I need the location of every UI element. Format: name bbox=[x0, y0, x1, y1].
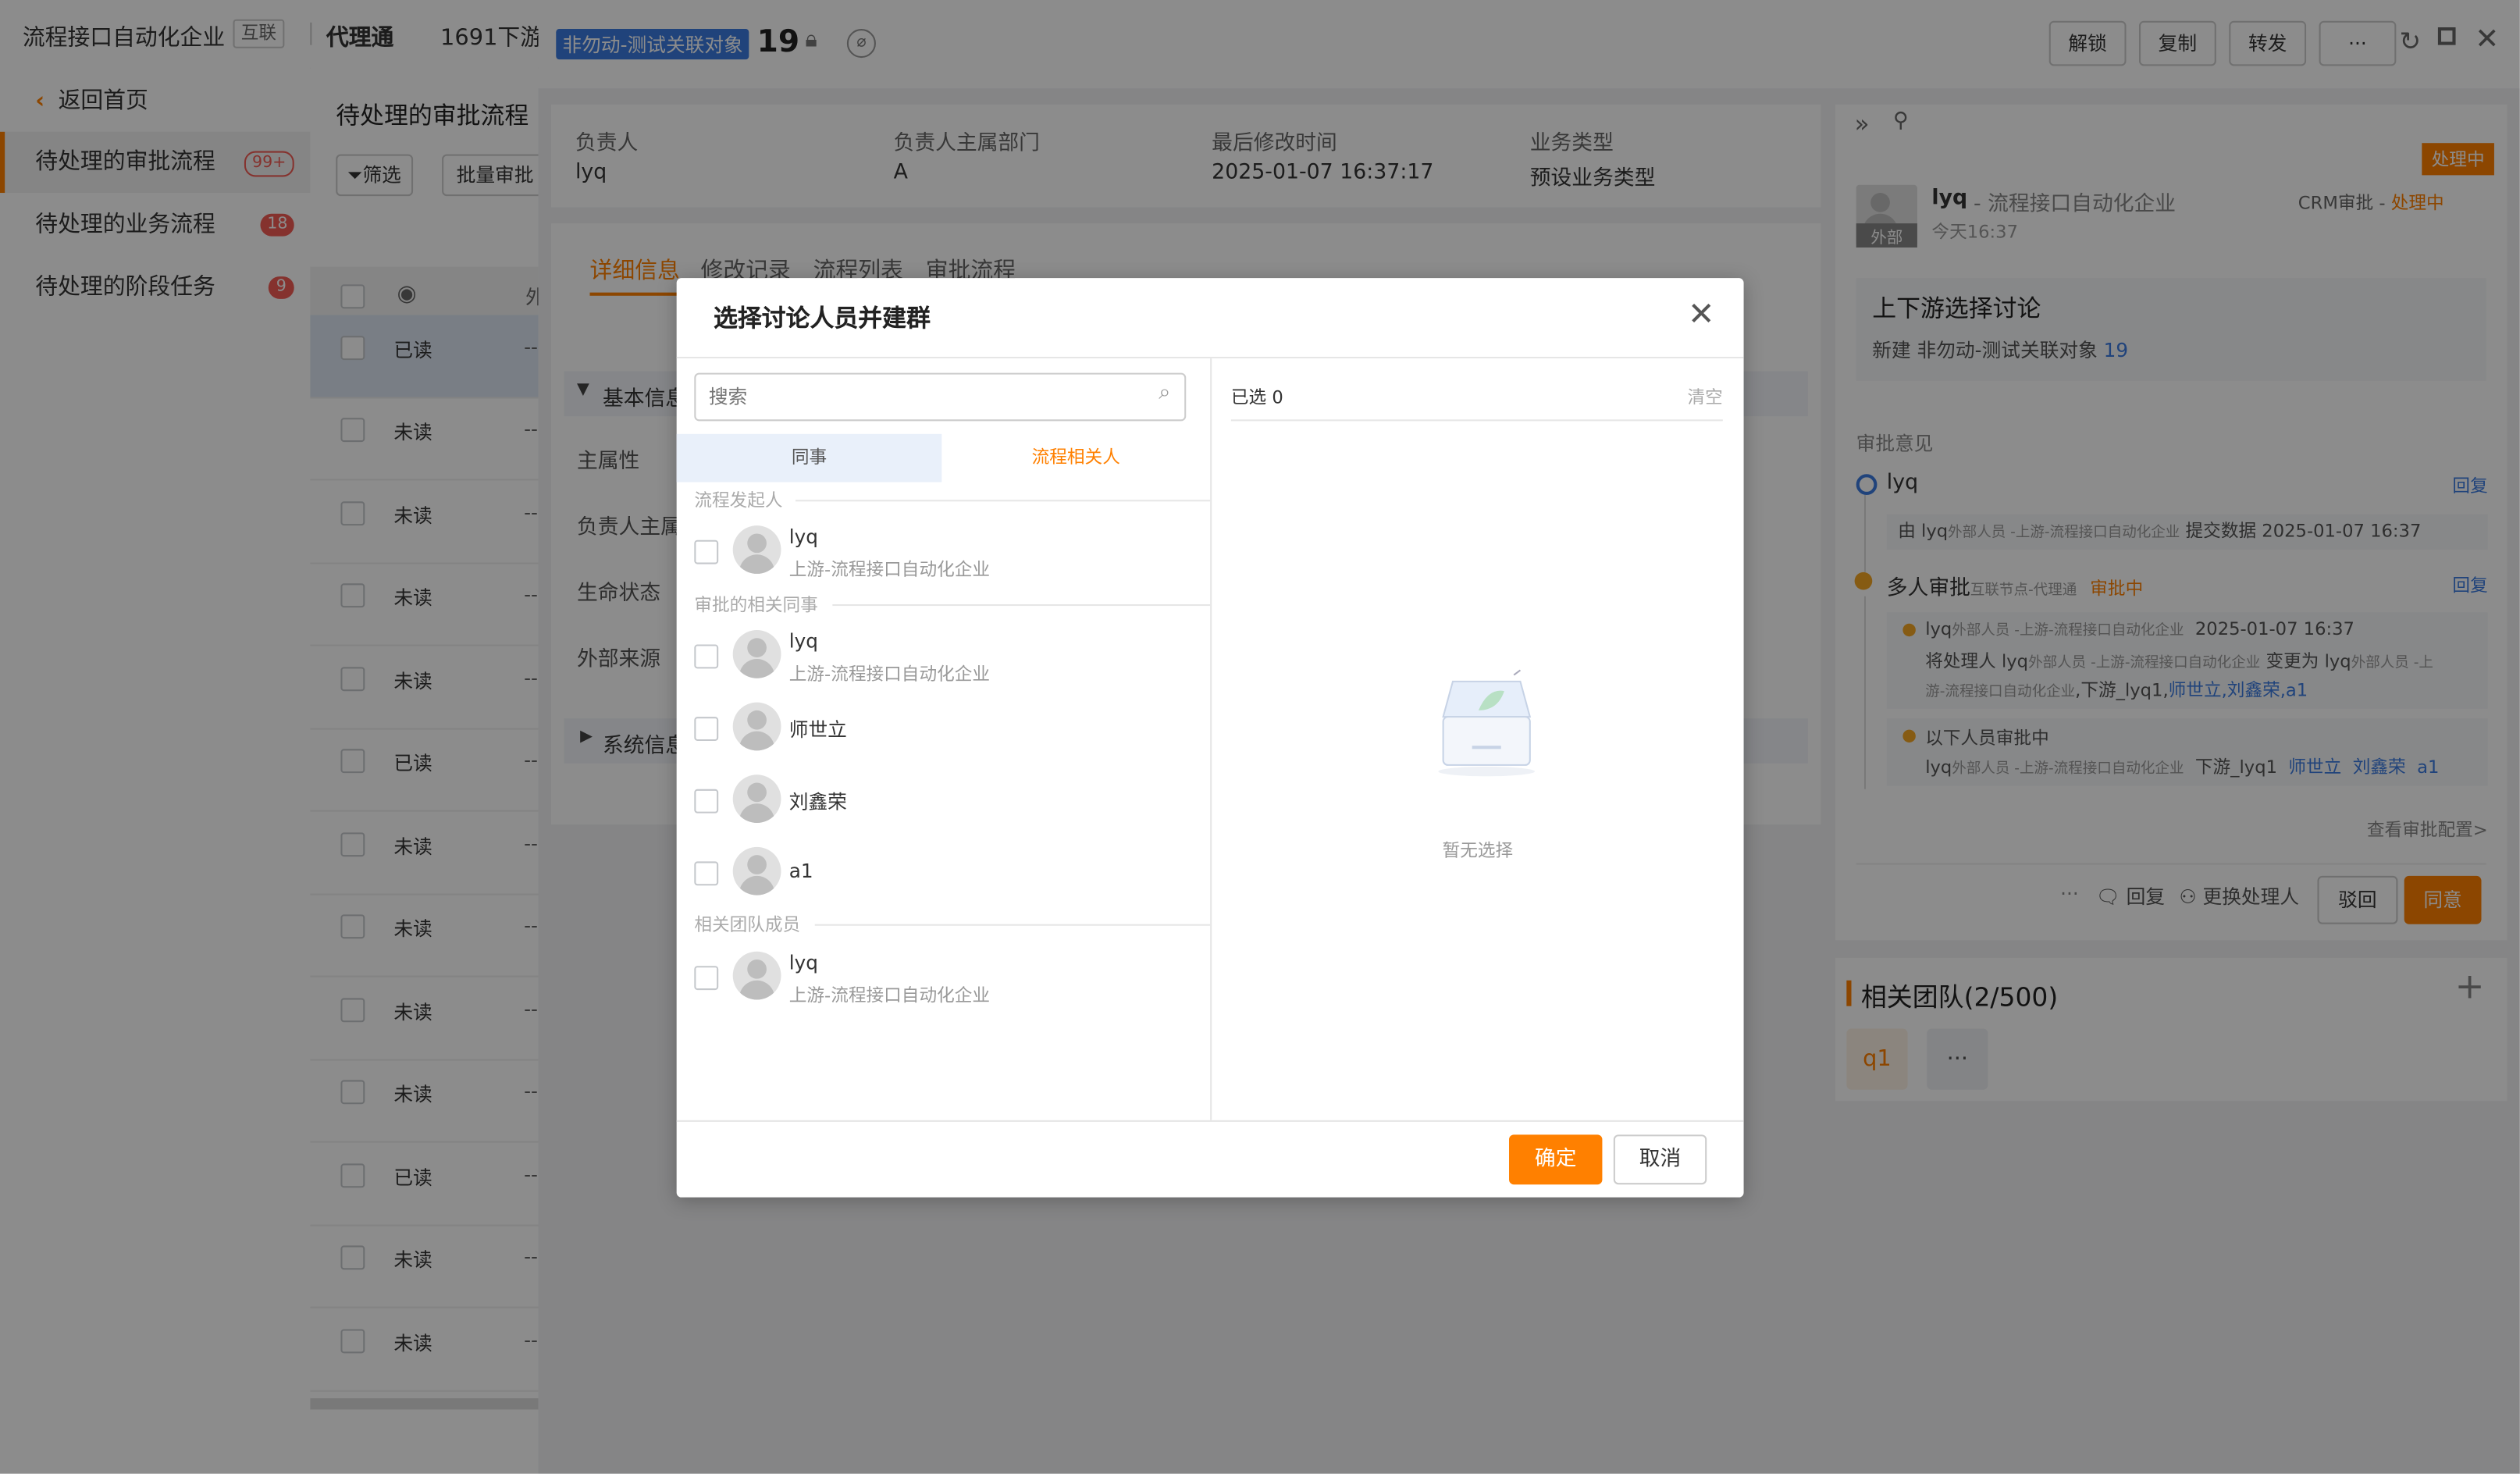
clear-button[interactable]: 清空 bbox=[1688, 384, 1723, 410]
person-item[interactable]: lyq 上游-流程接口自动化企业 bbox=[677, 942, 1210, 1014]
group-colleagues: 审批的相关同事 bbox=[694, 594, 818, 616]
person-item[interactable]: 刘鑫荣 bbox=[677, 765, 1210, 838]
confirm-button[interactable]: 确定 bbox=[1509, 1134, 1603, 1185]
person-checkbox[interactable] bbox=[694, 966, 719, 991]
avatar bbox=[732, 629, 781, 678]
close-icon[interactable]: ✕ bbox=[1688, 294, 1715, 333]
divider bbox=[676, 1120, 1744, 1122]
group-initiator: 流程发起人 bbox=[694, 490, 783, 511]
selected-pane: 已选 0 清空 暂无选择 bbox=[1212, 358, 1743, 1120]
tab-colleagues[interactable]: 同事 bbox=[676, 433, 942, 482]
selected-count: 已选 0 bbox=[1230, 387, 1283, 408]
person-name: lyq bbox=[788, 525, 818, 548]
person-org: 上游-流程接口自动化企业 bbox=[788, 664, 991, 685]
avatar bbox=[732, 846, 781, 895]
avatar bbox=[732, 525, 781, 574]
candidate-pane: ⌕ 同事 流程相关人 流程发起人 lyq 上游-流程接口自动化企业 审批的相关同事… bbox=[676, 358, 1212, 1120]
person-name: 师世立 bbox=[788, 718, 847, 742]
person-checkbox[interactable] bbox=[694, 644, 719, 669]
group-line bbox=[832, 604, 1211, 607]
discussion-modal: 选择讨论人员并建群 ✕ ⌕ 同事 流程相关人 流程发起人 lyq 上游-流程接口自… bbox=[676, 278, 1744, 1198]
empty-box-icon bbox=[1438, 669, 1535, 777]
person-item[interactable]: a1 bbox=[677, 838, 1210, 910]
group-line bbox=[814, 924, 1211, 926]
cancel-button[interactable]: 取消 bbox=[1613, 1134, 1707, 1185]
search-input[interactable] bbox=[694, 372, 1187, 422]
person-name: lyq bbox=[788, 629, 818, 653]
person-item[interactable]: lyq 上游-流程接口自动化企业 bbox=[677, 621, 1210, 693]
person-item[interactable]: lyq 上游-流程接口自动化企业 bbox=[677, 516, 1210, 589]
avatar bbox=[732, 951, 781, 1000]
app-root: 流程接口自动化企业 互联 代理通 1691下游... ‹ 返回首页 待处理的审批… bbox=[0, 0, 2520, 1474]
empty-text: 暂无选择 bbox=[1442, 840, 1514, 862]
avatar bbox=[732, 774, 781, 824]
search-icon: ⌕ bbox=[1159, 380, 1171, 405]
person-checkbox[interactable] bbox=[694, 539, 719, 564]
person-org: 上游-流程接口自动化企业 bbox=[788, 984, 991, 1006]
tab-process-related[interactable]: 流程相关人 bbox=[941, 434, 1210, 482]
person-org: 上游-流程接口自动化企业 bbox=[788, 559, 991, 581]
group-line bbox=[796, 500, 1211, 502]
person-name: lyq bbox=[788, 951, 818, 974]
group-team: 相关团队成员 bbox=[694, 914, 801, 936]
person-name: 刘鑫荣 bbox=[788, 790, 847, 814]
divider bbox=[1230, 419, 1723, 422]
person-item[interactable]: 师世立 bbox=[677, 692, 1210, 765]
person-checkbox[interactable] bbox=[694, 717, 719, 742]
person-checkbox[interactable] bbox=[694, 861, 719, 886]
person-checkbox[interactable] bbox=[694, 789, 719, 814]
modal-title: 选择讨论人员并建群 bbox=[714, 304, 931, 333]
avatar bbox=[732, 702, 781, 751]
person-name: a1 bbox=[788, 860, 813, 883]
